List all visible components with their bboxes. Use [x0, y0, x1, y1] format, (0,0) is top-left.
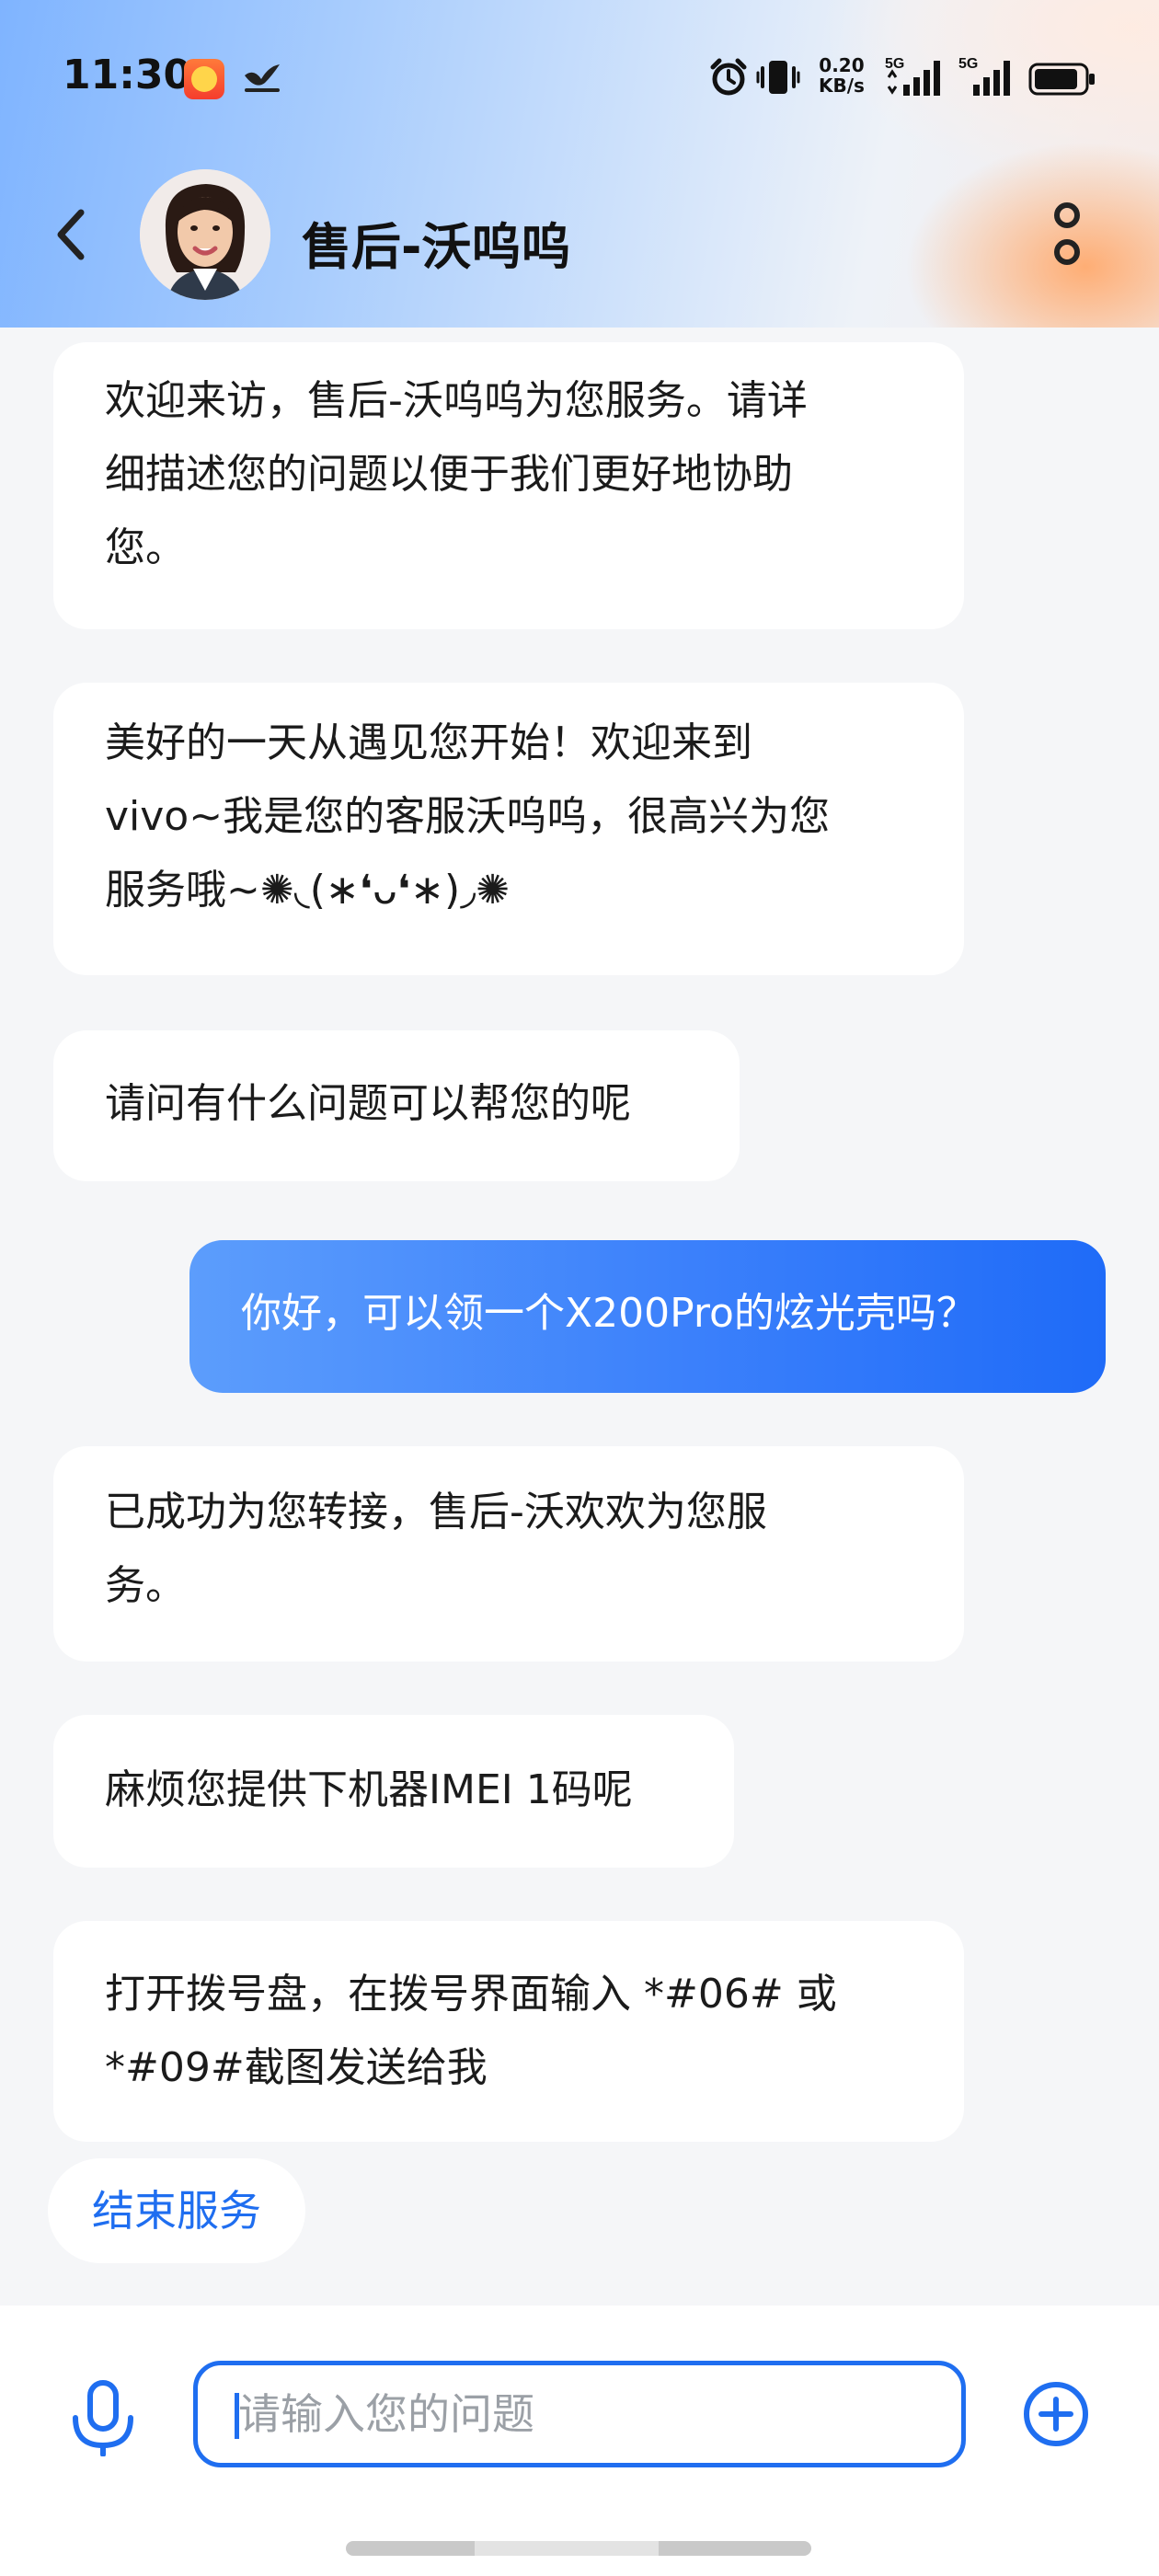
agent-message: 欢迎来访，售后-沃呜呜为您服务。请详 细描述您的问题以便于我们更好地协助 您。 [53, 342, 964, 629]
microphone-icon [73, 2380, 133, 2457]
agent-message: 麻烦您提供下机器IMEI 1码呢 [53, 1715, 734, 1868]
voice-input-button[interactable] [68, 2379, 138, 2457]
avatar[interactable] [140, 169, 270, 300]
network-speed-value: 0.20 [819, 54, 865, 76]
app-notification-icon [184, 59, 224, 99]
user-message: 你好，可以领一个X200Pro的炫光壳吗？ [189, 1240, 1106, 1393]
more-vertical-icon [1054, 202, 1080, 265]
agent-message: 已成功为您转接，售后-沃欢欢为您服 务。 [53, 1446, 964, 1662]
agent-name: 售后-沃呜呜 [302, 218, 571, 276]
add-attachment-button[interactable] [1021, 2379, 1091, 2449]
chevron-left-icon [57, 209, 85, 260]
status-bar: 11:30 0.20 KB/s 5G 5G [0, 0, 1159, 156]
back-button[interactable] [44, 202, 99, 267]
network-speed-unit: KB/s [819, 75, 865, 97]
nav-bar: 售后-沃呜呜 [0, 166, 1159, 304]
input-bar: 请输入您的问题 [0, 2306, 1159, 2576]
message-input-placeholder: 请输入您的问题 [238, 2389, 534, 2439]
svg-text:5G: 5G [885, 56, 904, 72]
plus-circle-icon [1024, 2382, 1088, 2446]
signal-icon: 5G [885, 56, 940, 96]
signal-icon: 5G [958, 56, 1010, 96]
bird-notification-icon [245, 64, 280, 92]
agent-message: 打开拨号盘，在拨号界面输入 *#06# 或 *#09#截图发送给我 [53, 1921, 964, 2142]
header: 11:30 0.20 KB/s 5G 5G 售后-沃呜呜 [0, 0, 1159, 328]
agent-message: 美好的一天从遇见您开始！欢迎来到 vivo~我是您的客服沃呜呜，很高兴为您 服务… [53, 683, 964, 975]
chat-area[interactable]: 欢迎来访，售后-沃呜呜为您服务。请详 细描述您的问题以便于我们更好地协助 您。 … [0, 328, 1159, 2306]
agent-avatar-icon [140, 169, 270, 300]
agent-message: 请问有什么问题可以帮您的呢 [53, 1030, 740, 1181]
status-time: 11:30 [63, 52, 192, 98]
network-speed: 0.20 KB/s [819, 55, 865, 96]
home-indicator[interactable] [346, 2541, 811, 2556]
message-input[interactable]: 请输入您的问题 [193, 2361, 966, 2467]
vibrate-icon [756, 61, 800, 94]
end-service-button[interactable]: 结束服务 [48, 2158, 305, 2263]
more-button[interactable] [1049, 201, 1085, 269]
battery-icon [1028, 63, 1095, 96]
alarm-icon [710, 58, 747, 96]
svg-text:5G: 5G [958, 56, 978, 72]
